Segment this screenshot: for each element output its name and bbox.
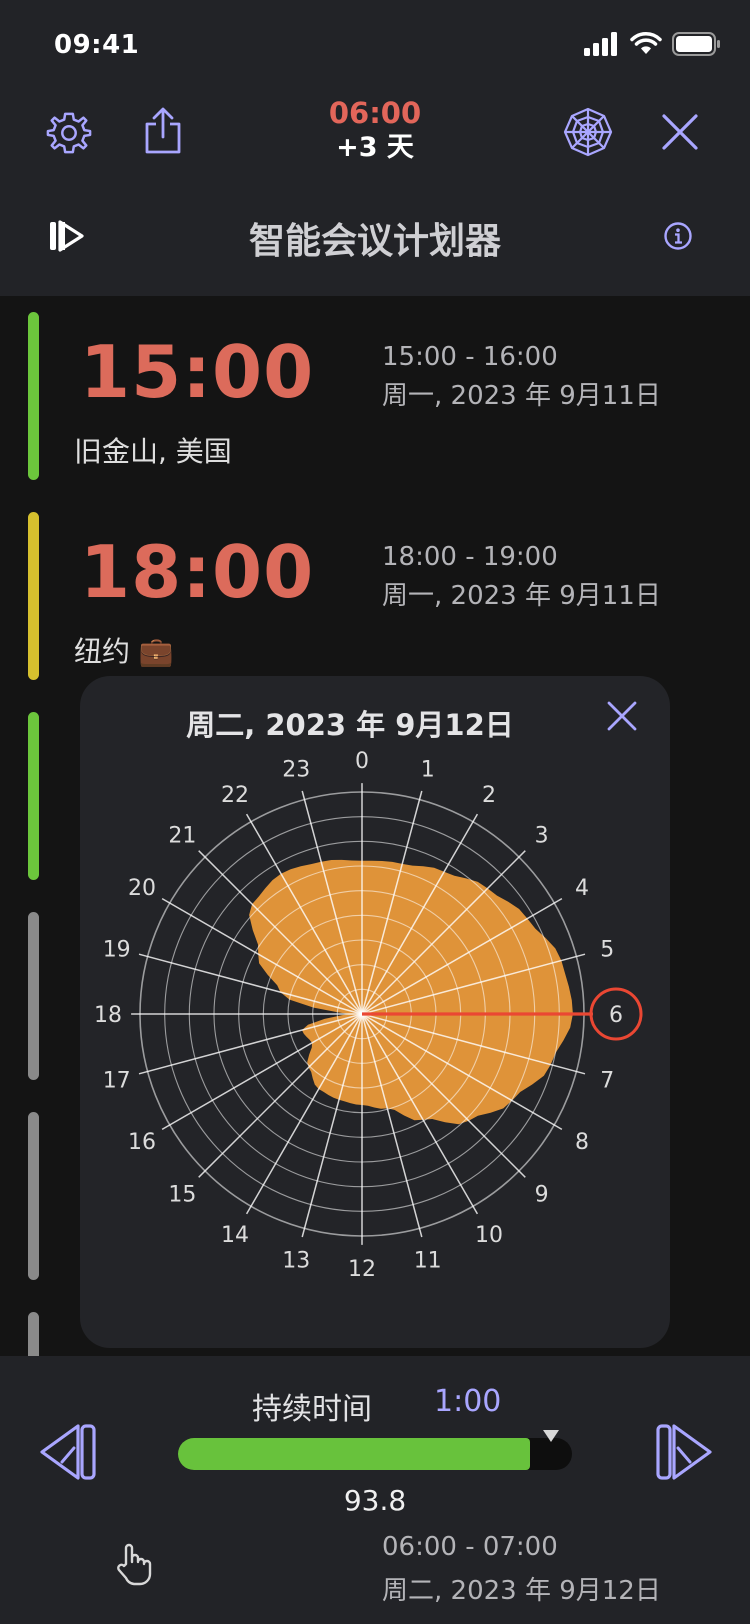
status-time: 09:41 [54, 30, 140, 60]
hour-label: 18 [94, 1003, 122, 1028]
info-button[interactable] [662, 220, 694, 252]
hour-label: 6 [609, 1003, 623, 1028]
meeting-color-bar [28, 512, 39, 680]
day-offset: +3 天 [336, 132, 414, 163]
meeting-color-bar [28, 312, 39, 480]
info-icon [664, 222, 692, 250]
hour-label: 17 [103, 1069, 131, 1094]
hour-label: 22 [221, 783, 249, 808]
hour-label: 1 [421, 758, 435, 783]
hour-label: 0 [355, 749, 369, 774]
previous-button[interactable] [36, 1418, 104, 1486]
skip-forward-icon [656, 1424, 712, 1480]
battery-icon [672, 32, 720, 56]
hour-label: 7 [600, 1069, 614, 1094]
close-button[interactable] [656, 108, 704, 156]
skip-back-icon [40, 1424, 96, 1480]
hour-label: 13 [282, 1248, 310, 1273]
duration-value: 1:00 [434, 1384, 502, 1419]
hour-label: 5 [600, 937, 614, 962]
hour-label: 21 [168, 823, 196, 848]
hour-label: 14 [221, 1223, 249, 1248]
polar-hour-chart[interactable]: 0 1234567891011121314151617181920212223 [80, 676, 670, 1348]
meeting-date: 周一, 2023 年 9月11日 [382, 381, 661, 411]
chart-spoke [245, 1013, 363, 1215]
wifi-icon [630, 32, 662, 54]
hour-label: 10 [475, 1223, 503, 1248]
drag-hand-button[interactable] [112, 1542, 156, 1586]
hour-label: 16 [128, 1130, 156, 1155]
hour-label: 19 [103, 937, 131, 962]
meeting-city: 旧金山, 美国 [74, 435, 232, 468]
meeting-color-bar [28, 912, 39, 1080]
meeting-range: 18:00 - 19:00 [382, 542, 558, 572]
chart-fill-area [249, 859, 573, 1125]
duration-slider-fill [178, 1438, 531, 1470]
duration-label: 持续时间 [252, 1392, 372, 1427]
app-header: 09:41 06:00 +3 天 智能会议计划器 [0, 0, 750, 296]
meeting-city: 纽约 💼 [74, 635, 174, 668]
next-button[interactable] [648, 1418, 716, 1486]
day-chart-popup: 周二, 2023 年 9月12日 0 1 2 3 4 5 6 7 8 9 10 11 12 13 14 15 1… [80, 676, 670, 1348]
meeting-color-bar [28, 1112, 39, 1280]
hour-label: 20 [128, 876, 156, 901]
duration-panel: 持续时间 1:00 93.8 06:00 - 07:00 周二, 2023 年 … [0, 1356, 750, 1624]
spider-web-icon [563, 107, 613, 157]
target-time: 06:00 [328, 96, 422, 130]
status-icons [584, 32, 722, 56]
duration-score: 93.8 [343, 1484, 407, 1517]
meeting-color-bar [28, 712, 39, 880]
hour-label: 15 [168, 1183, 196, 1208]
meeting-time: 15:00 [80, 330, 315, 414]
hour-label: 3 [535, 823, 549, 848]
hour-label: 9 [535, 1183, 549, 1208]
app-title: 智能会议计划器 [248, 221, 501, 262]
meeting-time: 18:00 [80, 530, 315, 614]
hour-label: 11 [414, 1248, 442, 1273]
hour-label: 4 [575, 876, 589, 901]
close-icon [662, 114, 698, 150]
peek-date: 周二, 2023 年 9月12日 [382, 1576, 661, 1606]
hour-label: 23 [282, 758, 310, 783]
meeting-date: 周一, 2023 年 9月11日 [382, 581, 661, 611]
spider-web-button[interactable] [562, 106, 614, 158]
meeting-range: 15:00 - 16:00 [382, 342, 558, 372]
peek-range: 06:00 - 07:00 [382, 1532, 558, 1562]
hour-label: 8 [575, 1130, 589, 1155]
hour-label: 12 [348, 1257, 376, 1282]
target-time-display: 06:00 +3 天 [0, 96, 750, 166]
hand-pointer-icon [117, 1543, 152, 1586]
slider-thumb-marker[interactable] [543, 1430, 559, 1442]
signal-icon [584, 32, 617, 56]
hour-label: 2 [482, 783, 496, 808]
